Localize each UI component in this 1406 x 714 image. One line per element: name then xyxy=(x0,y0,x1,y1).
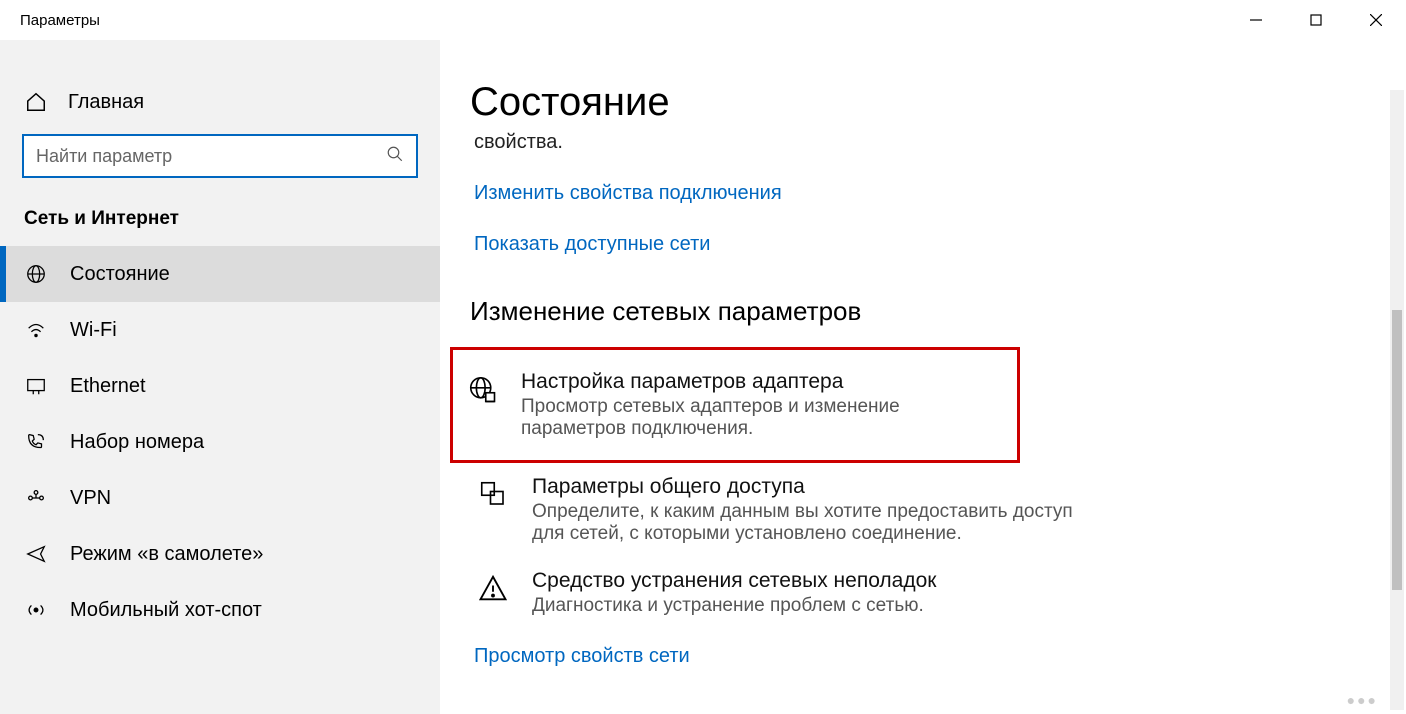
scrollbar[interactable] xyxy=(1390,90,1404,710)
sidebar-home-label: Главная xyxy=(68,91,144,114)
link-change-connection-props[interactable]: Изменить свойства подключения xyxy=(474,182,1376,205)
sidebar-item-label: Wi-Fi xyxy=(70,319,117,342)
option-sharing[interactable]: Параметры общего доступа Определите, к к… xyxy=(470,463,1090,557)
titlebar: Параметры xyxy=(0,0,1406,40)
globe-icon xyxy=(24,262,48,286)
option-desc: Диагностика и устранение проблем с сетью… xyxy=(532,595,936,617)
section-heading: Изменение сетевых параметров xyxy=(470,296,1376,327)
sidebar-item-label: Набор номера xyxy=(70,431,204,454)
sidebar-item-status[interactable]: Состояние xyxy=(0,246,440,302)
link-show-available-networks[interactable]: Показать доступные сети xyxy=(474,233,1376,256)
link-view-network-props[interactable]: Просмотр свойств сети xyxy=(474,645,1376,668)
scroll-thumb[interactable] xyxy=(1392,310,1402,590)
option-troubleshoot[interactable]: Средство устранения сетевых неполадок Ди… xyxy=(470,557,1090,629)
maximize-icon xyxy=(1310,14,1322,26)
window-title: Параметры xyxy=(20,12,100,29)
hotspot-icon xyxy=(24,598,48,622)
ethernet-icon xyxy=(24,374,48,398)
close-icon xyxy=(1370,14,1382,26)
sharing-icon xyxy=(478,479,508,509)
sidebar-item-ethernet[interactable]: Ethernet xyxy=(0,358,440,414)
option-title: Настройка параметров адаптера xyxy=(521,370,1003,394)
minimize-icon xyxy=(1250,14,1262,26)
maximize-button[interactable] xyxy=(1286,0,1346,40)
globe-settings-icon xyxy=(467,374,497,404)
sidebar-item-hotspot[interactable]: Мобильный хот-спот xyxy=(0,582,440,638)
sidebar-item-label: Ethernet xyxy=(70,375,146,398)
page-title: Состояние xyxy=(470,80,1376,125)
sidebar-group-title: Сеть и Интернет xyxy=(0,198,440,246)
sidebar-item-airplane[interactable]: Режим «в самолете» xyxy=(0,526,440,582)
option-title: Параметры общего доступа xyxy=(532,475,1082,499)
sidebar-item-label: Мобильный хот-спот xyxy=(70,599,262,622)
option-adapter-settings[interactable]: Настройка параметров адаптера Просмотр с… xyxy=(450,347,1020,463)
window-controls xyxy=(1226,0,1406,40)
sidebar-item-label: Состояние xyxy=(70,263,170,286)
sidebar-home[interactable]: Главная xyxy=(0,80,440,134)
phone-icon xyxy=(24,430,48,454)
option-title: Средство устранения сетевых неполадок xyxy=(532,569,936,593)
close-button[interactable] xyxy=(1346,0,1406,40)
sidebar-item-dialup[interactable]: Набор номера xyxy=(0,414,440,470)
minimize-button[interactable] xyxy=(1226,0,1286,40)
warning-icon xyxy=(478,573,508,603)
main-content: Состояние свойства. Изменить свойства по… xyxy=(440,40,1406,714)
search-box[interactable] xyxy=(22,134,418,178)
home-icon xyxy=(24,90,48,114)
wifi-icon xyxy=(24,318,48,342)
sidebar-item-wifi[interactable]: Wi-Fi xyxy=(0,302,440,358)
watermark-dots: ●●● xyxy=(1347,692,1378,708)
search-icon xyxy=(386,145,404,168)
option-desc: Просмотр сетевых адаптеров и изменение п… xyxy=(521,396,1003,440)
option-desc: Определите, к каким данным вы хотите пре… xyxy=(532,501,1082,545)
sidebar: Главная Сеть и Интернет Состояние Wi-Fi xyxy=(0,40,440,714)
sidebar-item-label: VPN xyxy=(70,487,111,510)
vpn-icon xyxy=(24,486,48,510)
airplane-icon xyxy=(24,542,48,566)
partial-text: свойства. xyxy=(474,131,1376,154)
sidebar-item-vpn[interactable]: VPN xyxy=(0,470,440,526)
sidebar-item-label: Режим «в самолете» xyxy=(70,543,263,566)
search-input[interactable] xyxy=(36,146,386,167)
